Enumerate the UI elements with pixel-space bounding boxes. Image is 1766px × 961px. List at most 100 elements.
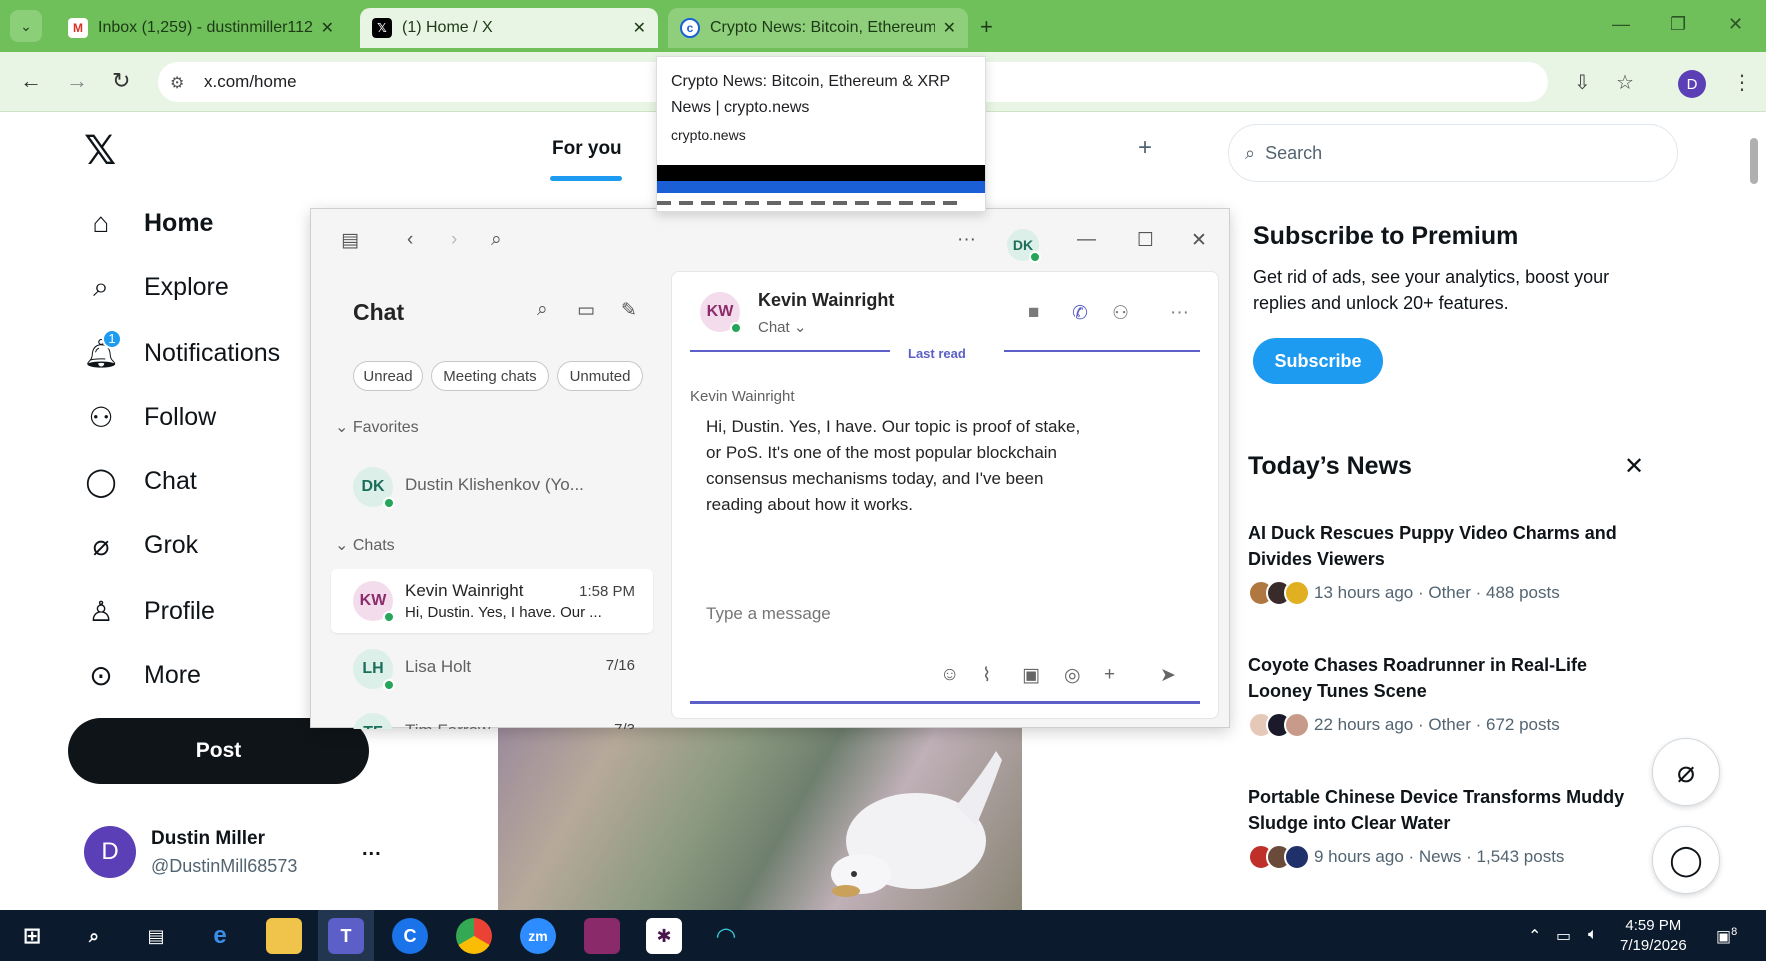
close-button[interactable]: ✕ — [1191, 229, 1207, 252]
notification-center-icon[interactable]: ▣8 — [1716, 926, 1737, 946]
back-button[interactable]: ← — [20, 68, 42, 94]
video-call-icon[interactable]: ▭ — [577, 299, 595, 322]
account-handle[interactable]: @DustinMill68573 — [151, 856, 297, 877]
new-chat-icon[interactable]: ✎ — [621, 299, 637, 322]
list-item[interactable]: Coyote Chases Roadrunner in Real-Life Lo… — [1248, 652, 1648, 738]
favorites-section-header[interactable]: ⌄ Favorites — [335, 417, 419, 437]
forward-icon[interactable]: › — [451, 229, 457, 251]
taskbar-clock[interactable]: 4:59 PM 7/19/2026 — [1620, 916, 1687, 956]
nav-profile[interactable]: ♙ Profile — [84, 586, 214, 636]
new-tab-button[interactable]: + — [980, 14, 993, 40]
nav-more[interactable]: ⊙ More — [84, 650, 201, 700]
browser-profile-avatar[interactable]: D — [1678, 70, 1706, 98]
zoom-icon[interactable]: zm — [520, 918, 556, 954]
close-icon[interactable]: ✕ — [633, 18, 646, 38]
stream-icon[interactable]: ◠ — [708, 918, 744, 954]
active-tab-indicator — [550, 176, 622, 181]
close-window-button[interactable]: ✕ — [1728, 14, 1743, 35]
windows-start-icon[interactable]: ⊞ — [14, 918, 50, 954]
forward-button[interactable]: → — [66, 68, 88, 94]
post-media-image[interactable] — [498, 726, 1022, 910]
network-icon[interactable]: ▭ — [1556, 926, 1571, 946]
plus-icon[interactable]: + — [1104, 664, 1115, 686]
send-icon[interactable]: ➤ — [1160, 664, 1176, 687]
tab-crypto-news[interactable]: c Crypto News: Bitcoin, Ethereum ✕ — [668, 8, 968, 48]
tab-gmail[interactable]: M Inbox (1,259) - dustinmiller1127 ✕ — [56, 8, 346, 48]
tab-for-you[interactable]: For you — [552, 138, 622, 160]
restore-button[interactable]: ❐ — [1670, 14, 1686, 35]
message-body: Hi, Dustin. Yes, I have. Our topic is pr… — [706, 417, 1081, 514]
list-item[interactable]: DK Dustin Klishenkov (Yo... — [331, 455, 653, 519]
kebab-menu-icon[interactable]: ⋮ — [1732, 70, 1752, 95]
tab-search-menu-button[interactable]: ⌄ — [10, 10, 42, 42]
filter-unmuted[interactable]: Unmuted — [557, 361, 643, 391]
site-settings-icon[interactable]: ⚙ — [170, 73, 184, 93]
news-category: Other — [1428, 715, 1471, 734]
section-label: Favorites — [352, 419, 419, 436]
install-app-icon[interactable]: ⇩ — [1574, 70, 1591, 95]
more-options-icon[interactable]: ··· — [957, 229, 976, 251]
minimize-button[interactable]: — — [1077, 229, 1096, 251]
phone-icon[interactable]: ✆ — [1072, 302, 1088, 325]
minimize-button[interactable]: — — [1612, 14, 1630, 35]
list-item[interactable]: Portable Chinese Device Transforms Muddy… — [1248, 784, 1644, 870]
reload-button[interactable]: ↻ — [112, 68, 130, 94]
compose-placeholder: Type a message — [706, 604, 831, 623]
maximize-button[interactable]: ☐ — [1137, 229, 1154, 252]
nav-label: Chat — [144, 466, 197, 495]
account-more-button[interactable]: ... — [362, 838, 382, 861]
list-item[interactable]: TF Tim Farrow 7/3 — [331, 701, 653, 729]
nav-notifications[interactable]: 🔔︎ 1 Notifications — [83, 328, 280, 378]
message-compose-box[interactable]: Type a message ☺ ⌇ ▣ ◎ + ➤ — [690, 592, 1200, 704]
attach-icon[interactable]: ⌇ — [982, 664, 991, 687]
search-icon[interactable]: ⌕ — [491, 229, 502, 251]
nav-follow[interactable]: ⚇ Follow — [84, 392, 216, 442]
edge-icon[interactable]: e — [202, 918, 238, 954]
ccleaner-icon[interactable]: C — [392, 918, 428, 954]
chrome-icon[interactable] — [456, 918, 492, 954]
tab-x-home[interactable]: 𝕏 (1) Home / X ✕ — [360, 8, 658, 48]
nav-chat[interactable]: ◯ Chat — [84, 456, 197, 506]
back-icon[interactable]: ‹ — [407, 229, 413, 251]
list-item[interactable]: LH Lisa Holt 7/16 — [331, 637, 653, 701]
nav-grok[interactable]: ⌀ Grok — [84, 520, 199, 570]
emoji-icon[interactable]: ☺ — [940, 664, 959, 686]
list-item[interactable]: AI Duck Rescues Puppy Video Charms and D… — [1248, 520, 1648, 606]
file-explorer-icon[interactable] — [266, 918, 302, 954]
x-logo-icon[interactable]: 𝕏 — [84, 128, 116, 174]
add-people-icon[interactable]: ⚇ — [1112, 302, 1129, 325]
filter-unread[interactable]: Unread — [353, 361, 423, 391]
close-icon[interactable]: ✕ — [1624, 452, 1644, 481]
search-input[interactable]: ⌕ Search — [1228, 124, 1678, 182]
account-name[interactable]: Dustin Miller — [151, 828, 265, 850]
bookmark-star-icon[interactable]: ☆ — [1616, 70, 1634, 95]
page-scrollbar[interactable] — [1748, 118, 1760, 908]
close-icon[interactable]: ✕ — [943, 18, 956, 38]
search-icon[interactable]: ⌕ — [76, 918, 112, 954]
nav-label: Grok — [144, 530, 199, 559]
teams-icon[interactable]: T — [328, 918, 364, 954]
chats-section-header[interactable]: ⌄ Chats — [335, 535, 395, 555]
conversation-tab[interactable]: Chat ⌄ — [758, 318, 806, 336]
volume-icon[interactable]: 🔈︎ — [1588, 926, 1598, 944]
image-icon[interactable]: ▣ — [1022, 664, 1040, 687]
slack-icon[interactable]: ✱ — [646, 918, 682, 954]
task-view-icon[interactable]: ▤ — [138, 918, 174, 954]
grok-float-icon[interactable]: ⌀ — [1652, 738, 1720, 806]
nav-explore[interactable]: ⌕ Explore — [84, 262, 229, 312]
loop-icon[interactable]: ◎ — [1064, 664, 1081, 687]
search-chat-icon[interactable]: ⌕ — [537, 299, 548, 321]
nav-home[interactable]: ⌂ Home — [84, 198, 214, 248]
more-options-icon[interactable]: ··· — [1170, 302, 1189, 324]
messages-float-icon[interactable]: ◯ — [1652, 826, 1720, 894]
subscribe-button[interactable]: Subscribe — [1253, 338, 1383, 384]
add-feed-tab-button[interactable]: + — [1138, 134, 1152, 162]
sidebar-toggle-icon[interactable]: ▤ — [341, 229, 359, 252]
filter-meeting-chats[interactable]: Meeting chats — [431, 361, 549, 391]
avatar[interactable]: D — [84, 826, 136, 878]
list-item[interactable]: KW Kevin Wainright 1:58 PM Hi, Dustin. Y… — [331, 569, 653, 633]
tray-chevron-icon[interactable]: ⌃ — [1528, 926, 1541, 946]
winrar-icon[interactable] — [584, 918, 620, 954]
video-call-icon[interactable]: ■ — [1028, 302, 1039, 324]
close-icon[interactable]: ✕ — [321, 18, 334, 38]
